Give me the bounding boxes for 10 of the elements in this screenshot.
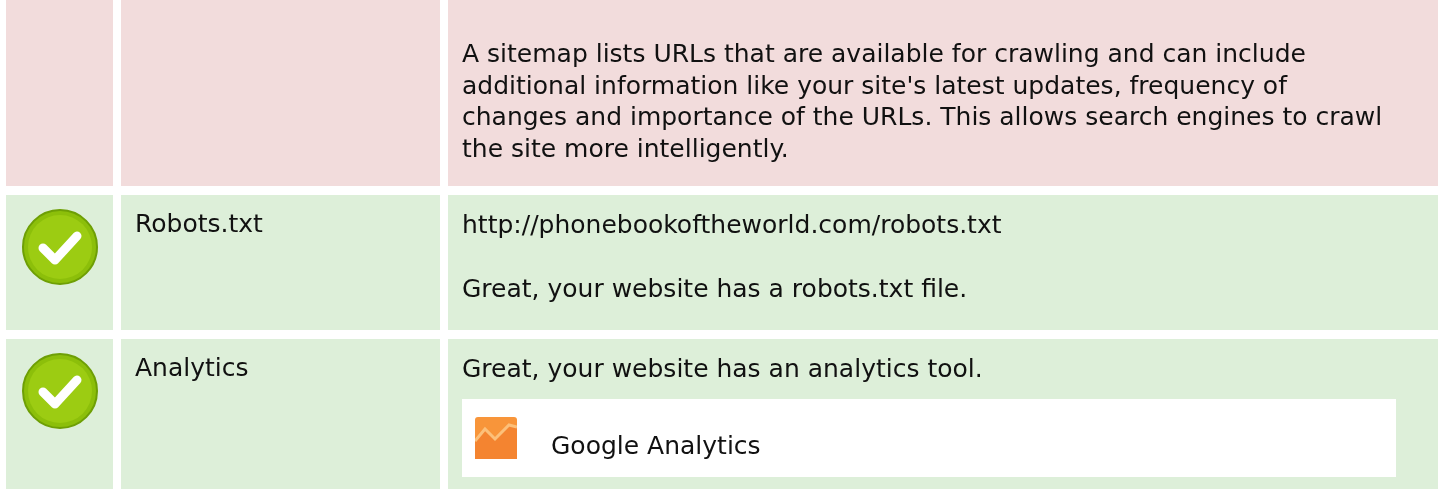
check-description: http://phonebookoftheworld.com/robots.txt [462,209,1003,241]
check-description: Great, your website has an analytics tool. [462,353,984,385]
check-description: Great, your website has a robots.txt file. [462,272,969,304]
checkmark-icon [20,208,99,286]
check-description: A sitemap lists URLs that are available for crawling and can include additional information like your site's latest updates, frequency of changes and importance of the URLs. This allows search engines to crawl the site more intelligently. [462,38,1384,164]
chart-logo-icon [475,416,517,459]
check-label: Analytics [135,353,249,382]
tool-name: Google Analytics [551,429,761,462]
checkmark-icon [20,352,99,430]
check-label: Robots.txt [135,209,263,238]
